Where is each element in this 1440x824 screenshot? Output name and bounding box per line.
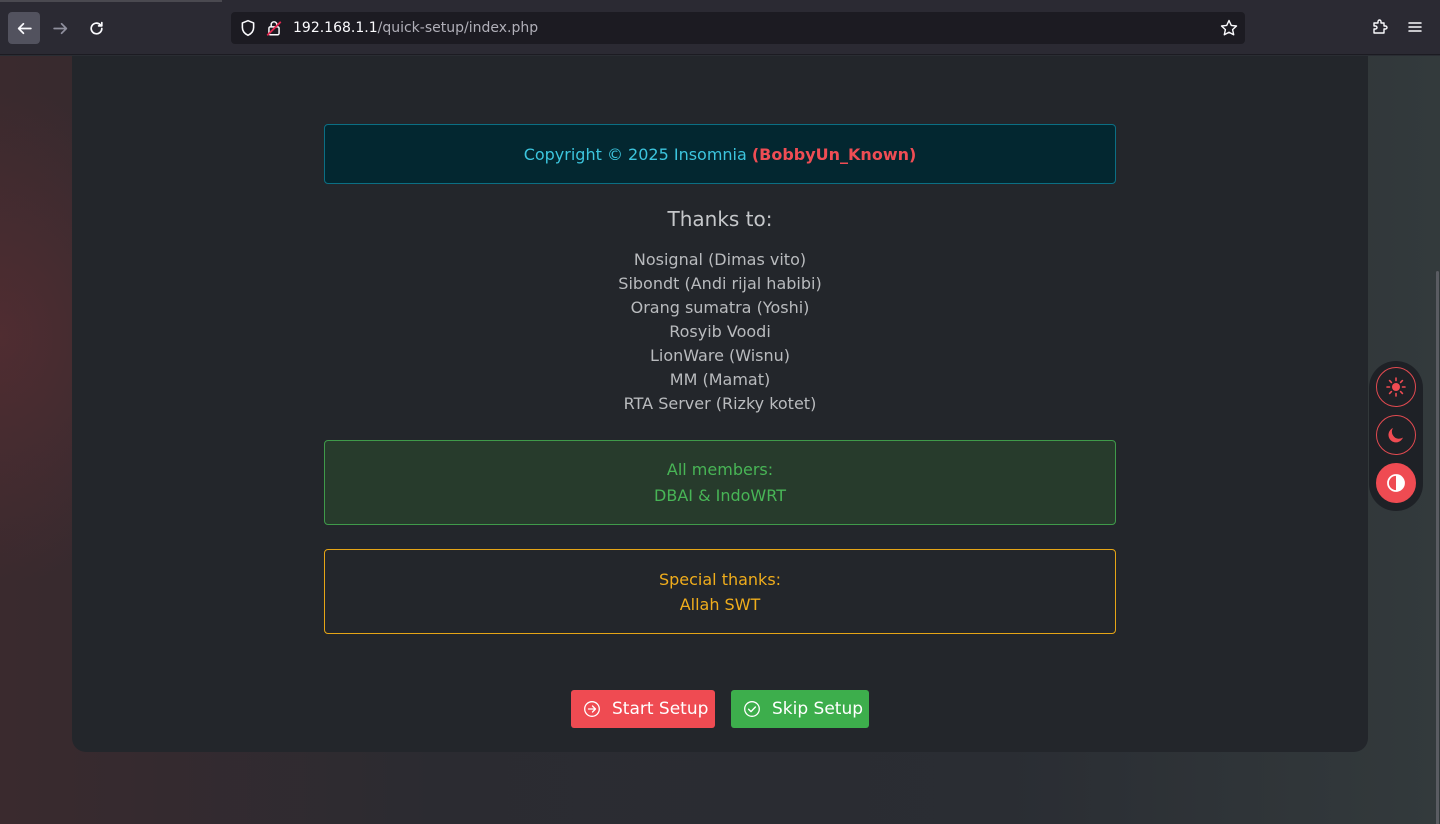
thanks-item: Orang sumatra (Yoshi) — [630, 298, 810, 317]
copyright-author: (BobbyUn_Known) — [751, 144, 917, 164]
sun-icon — [1386, 377, 1406, 397]
thanks-item: Sibondt (Andi rijal habibi) — [618, 274, 822, 293]
page-scrollbar[interactable] — [1436, 271, 1439, 824]
members-label: All members: — [666, 460, 774, 479]
thanks-item: MM (Mamat) — [669, 370, 771, 389]
arrow-circle-right-icon — [584, 701, 600, 717]
address-bar[interactable]: 192.168.1.1/quick-setup/index.php — [231, 12, 1245, 44]
members-box: All members: DBAI & IndoWRT — [324, 440, 1116, 525]
page-viewport: Copyright © 2025 Insomnia (BobbyUn_Known… — [0, 56, 1440, 824]
start-setup-button[interactable]: Start Setup — [571, 690, 715, 728]
thanks-item: Rosyib Voodi — [669, 322, 771, 341]
browser-toolbar: 192.168.1.1/quick-setup/index.php — [0, 0, 1440, 55]
arrow-right-icon — [52, 22, 67, 34]
check-circle-icon — [744, 701, 760, 717]
reload-button[interactable] — [80, 12, 112, 44]
url-text[interactable]: 192.168.1.1/quick-setup/index.php — [293, 19, 538, 37]
contrast-icon — [1387, 474, 1405, 492]
thanks-list: Nosignal (Dimas vito) Sibondt (Andi rija… — [324, 248, 1116, 416]
members-value: DBAI & IndoWRT — [654, 486, 786, 505]
special-thanks-value: Allah SWT — [679, 595, 761, 614]
copyright-text: Copyright © 2025 Insomnia — [523, 144, 747, 164]
special-thanks-box: Special thanks: Allah SWT — [324, 549, 1116, 634]
reload-icon — [89, 21, 103, 35]
insecure-lock-icon[interactable] — [265, 19, 283, 37]
copyright-box: Copyright © 2025 Insomnia (BobbyUn_Known… — [324, 124, 1116, 184]
auto-theme-button[interactable] — [1376, 463, 1416, 503]
url-host: 192.168.1.1 — [293, 20, 378, 36]
shield-icon[interactable] — [239, 19, 257, 37]
forward-button[interactable] — [44, 12, 76, 44]
dark-theme-button[interactable] — [1376, 415, 1416, 455]
skip-setup-button[interactable]: Skip Setup — [731, 690, 869, 728]
start-setup-label: Start Setup — [612, 699, 709, 719]
tab-indicator — [0, 0, 222, 2]
thanks-item: RTA Server (Rizky kotet) — [623, 394, 817, 413]
skip-setup-label: Skip Setup — [772, 699, 864, 719]
thanks-item: LionWare (Wisnu) — [649, 346, 791, 365]
theme-switcher — [1369, 361, 1423, 511]
back-button[interactable] — [8, 12, 40, 44]
extensions-icon[interactable] — [1370, 17, 1390, 37]
special-thanks-label: Special thanks: — [658, 570, 782, 589]
url-path: /quick-setup/index.php — [377, 20, 539, 36]
thanks-item: Nosignal (Dimas vito) — [633, 250, 807, 269]
thanks-heading: Thanks to: — [667, 207, 773, 231]
bookmark-star-icon[interactable] — [1219, 18, 1239, 38]
moon-icon — [1388, 428, 1403, 443]
arrow-left-icon — [17, 22, 32, 34]
light-theme-button[interactable] — [1376, 367, 1416, 407]
hamburger-menu-icon[interactable] — [1405, 17, 1425, 37]
